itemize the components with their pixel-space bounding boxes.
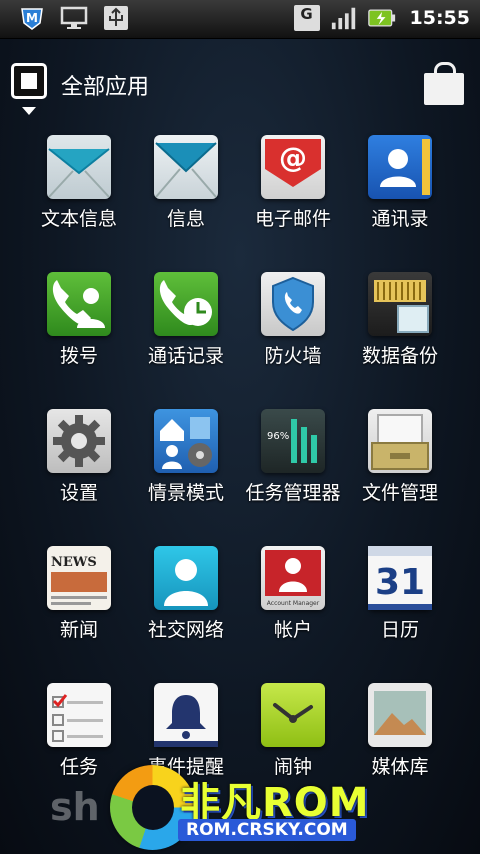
call-log-icon [154,272,218,336]
signal-icon [330,4,358,32]
app-firewall[interactable]: 防火墙 [238,272,348,368]
app-label: 电子邮件 [254,208,331,230]
app-label: 通讯录 [371,208,429,230]
app-accounts[interactable]: Account Manager 帐户 [238,546,348,642]
contacts-book-icon [368,135,432,199]
account-icon: Account Manager [261,546,325,610]
news-icon: NEWS [47,546,111,610]
app-label: 日历 [380,619,419,641]
app-data-backup[interactable]: 数据备份 [345,272,455,368]
app-label: 任务管理器 [245,482,341,504]
app-call-log[interactable]: 通话记录 [131,272,241,368]
app-task-manager[interactable]: 96% 任务管理器 [238,409,348,505]
phone-dialer-icon [47,272,111,336]
app-profiles[interactable]: 情景模式 [131,409,241,505]
app-messaging[interactable]: 信息 [131,135,241,231]
reminder-bell-icon [154,683,218,747]
svg-text:NEWS: NEWS [51,555,97,570]
task-manager-icon: 96% [261,409,325,473]
app-label: 通话记录 [147,345,224,367]
status-clock: 15:55 [409,7,470,29]
svg-text:@: @ [279,141,307,174]
group-selector-button[interactable] [11,63,47,99]
app-label: 文本信息 [40,208,117,230]
status-bar: M G 15:55 [0,0,480,39]
app-label: 数据备份 [361,345,438,367]
g-network-icon: G [293,5,320,31]
app-social-network[interactable]: 社交网络 [131,546,241,642]
group-title: 全部应用 [61,75,150,100]
dropdown-caret-icon[interactable] [22,107,36,115]
app-dialer[interactable]: 拨号 [24,272,134,368]
svg-text:Account Manager: Account Manager [267,600,320,607]
monitor-icon [60,4,88,32]
app-label: 设置 [59,482,98,504]
calendar-icon: 31 [368,546,432,610]
svg-text:31: 31 [375,562,425,603]
app-calendar[interactable]: 31 日历 [345,546,455,642]
app-label: 拨号 [59,345,98,367]
app-label: 新闻 [59,619,98,641]
app-label: 情景模式 [147,482,224,504]
sd-card-backup-icon [368,272,432,336]
usb-icon [102,4,130,32]
app-drawer-header: 全部应用 [0,55,480,115]
app-contacts[interactable]: 通讯录 [345,135,455,231]
media-gallery-icon [368,683,432,747]
watermark: sh 非凡ROM ROM.CRSKY.COM [50,765,450,854]
app-label: 社交网络 [147,619,224,641]
settings-gear-icon [47,409,111,473]
svg-text:96%: 96% [267,431,289,442]
app-label: 帐户 [273,619,312,641]
file-drawer-icon [368,409,432,473]
app-label: 信息 [166,208,205,230]
email-at-icon: @ [261,135,325,199]
app-email[interactable]: @ 电子邮件 [238,135,348,231]
app-text-messages[interactable]: 文本信息 [24,135,134,231]
envelope-teal-icon [47,135,111,199]
watermark-ghost-text: sh [50,785,100,829]
app-label: 文件管理 [361,482,438,504]
profiles-icon [154,409,218,473]
tasks-checklist-icon [47,683,111,747]
svg-text:M: M [26,11,38,25]
social-network-icon [154,546,218,610]
market-bag-icon[interactable] [424,62,464,105]
envelope-icon [154,135,218,199]
app-settings[interactable]: 设置 [24,409,134,505]
app-news[interactable]: NEWS 新闻 [24,546,134,642]
battery-charging-icon [367,4,396,32]
moto-m-icon: M [18,4,46,32]
alarm-clock-icon [261,683,325,747]
app-file-manager[interactable]: 文件管理 [345,409,455,505]
watermark-url: ROM.CRSKY.COM [178,819,356,841]
app-label: 防火墙 [264,345,322,367]
firewall-shield-icon [261,272,325,336]
